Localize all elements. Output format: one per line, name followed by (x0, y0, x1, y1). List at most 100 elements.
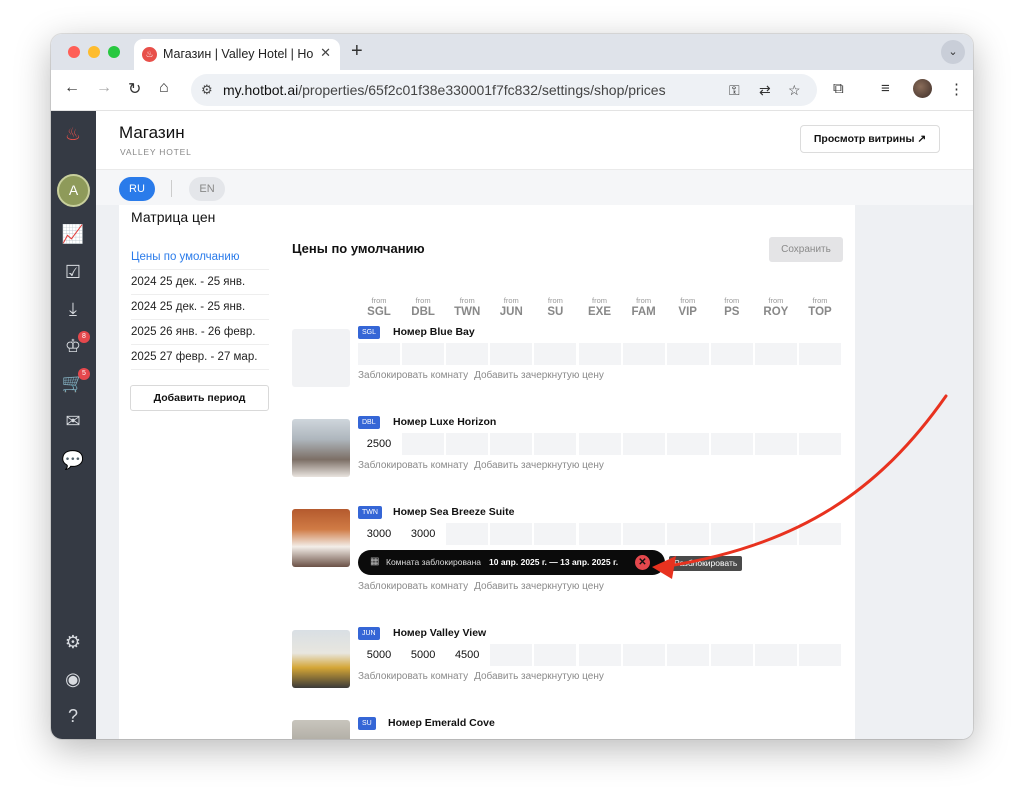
block-room-link[interactable]: Заблокировать комнату (358, 460, 468, 471)
close-window-button[interactable] (68, 46, 80, 58)
price-input[interactable] (622, 523, 665, 545)
hotbot-logo-icon[interactable]: ♨ (60, 121, 86, 147)
price-input[interactable] (402, 433, 445, 455)
extensions-icon[interactable]: ⧉ (833, 80, 844, 97)
new-tab-button[interactable]: + (351, 40, 363, 63)
home-icon[interactable]: ⌂ (159, 79, 169, 97)
room-code-badge: DBL (358, 416, 380, 429)
period-item[interactable]: 2024 25 дек. - 25 янв. (131, 270, 269, 295)
site-settings-icon[interactable]: ⚙ (201, 82, 213, 98)
chat-icon[interactable]: 💬 (60, 447, 86, 473)
price-input[interactable] (710, 523, 753, 545)
price-input[interactable] (799, 523, 841, 545)
period-item[interactable]: Цены по умолчанию (131, 245, 269, 270)
price-input[interactable] (754, 644, 797, 666)
block-room-link[interactable]: Заблокировать комнату (358, 671, 468, 682)
room-photo (292, 509, 350, 567)
price-input[interactable] (799, 343, 841, 365)
price-input[interactable] (622, 343, 665, 365)
property-avatar[interactable]: A (57, 174, 90, 207)
view-storefront-button[interactable]: Просмотр витрины ↗ (800, 125, 940, 153)
price-input[interactable] (490, 343, 533, 365)
inbox-icon[interactable]: ⤓ (60, 296, 86, 322)
profile-avatar[interactable] (913, 79, 932, 98)
price-input[interactable] (754, 343, 797, 365)
url-text[interactable]: my.hotbot.ai/properties/65f2c01f38e33000… (223, 82, 666, 98)
price-input[interactable] (534, 523, 577, 545)
price-input[interactable]: 4500 (446, 644, 489, 666)
price-input[interactable] (799, 433, 841, 455)
blocked-dates: 10 апр. 2025 г. — 13 апр. 2025 г. (489, 557, 619, 567)
help-icon[interactable]: ? (60, 703, 86, 729)
add-strikethrough-price-link[interactable]: Добавить зачеркнутую цену (474, 671, 604, 682)
unblock-close-icon[interactable]: ✕ (635, 555, 650, 570)
price-input[interactable] (578, 644, 621, 666)
settings-gear-icon[interactable]: ⚙ (60, 629, 86, 655)
price-input[interactable] (578, 343, 621, 365)
block-room-link[interactable]: Заблокировать комнату (358, 370, 468, 381)
price-input[interactable] (622, 644, 665, 666)
period-item[interactable]: 2025 26 янв. - 26 февр. (131, 320, 269, 345)
price-input[interactable]: 3000 (358, 523, 400, 545)
price-input[interactable] (358, 343, 400, 365)
password-key-icon[interactable]: ⚿ (729, 82, 740, 99)
lang-ru-tab[interactable]: RU (119, 177, 155, 201)
tasks-check-icon[interactable]: ☑ (60, 259, 86, 285)
price-input[interactable]: 2500 (358, 433, 400, 455)
period-item[interactable]: 2024 25 дек. - 25 янв. (131, 295, 269, 320)
price-input[interactable] (534, 433, 577, 455)
user-profile-icon[interactable]: ◉ (60, 666, 86, 692)
price-input[interactable] (754, 433, 797, 455)
price-input[interactable] (578, 523, 621, 545)
block-room-link[interactable]: Заблокировать комнату (358, 581, 468, 592)
price-input[interactable] (799, 644, 841, 666)
add-strikethrough-price-link[interactable]: Добавить зачеркнутую цену (474, 581, 604, 592)
reload-icon[interactable]: ↻ (128, 79, 141, 99)
save-button[interactable]: Сохранить (769, 237, 843, 262)
tab-search-button[interactable]: ⌄ (941, 40, 965, 64)
add-strikethrough-price-link[interactable]: Добавить зачеркнутую цену (474, 460, 604, 471)
price-input[interactable] (666, 644, 709, 666)
price-input[interactable] (446, 343, 489, 365)
language-switcher: RU EN (96, 169, 973, 205)
price-input[interactable] (710, 644, 753, 666)
price-input[interactable] (666, 343, 709, 365)
price-input[interactable] (446, 523, 489, 545)
add-strikethrough-price-link[interactable]: Добавить зачеркнутую цену (474, 370, 604, 381)
price-input[interactable]: 3000 (402, 523, 445, 545)
price-input[interactable] (666, 523, 709, 545)
price-input[interactable] (578, 433, 621, 455)
price-input[interactable] (490, 644, 533, 666)
analytics-icon[interactable]: 📈 (60, 221, 86, 247)
price-input[interactable] (754, 523, 797, 545)
browser-menu-icon[interactable]: ⋮ (949, 80, 964, 98)
price-input[interactable] (710, 433, 753, 455)
reviews-badge: 8 (78, 331, 90, 343)
price-input[interactable] (490, 433, 533, 455)
price-input[interactable] (666, 433, 709, 455)
media-controls-icon[interactable]: ≡ (881, 80, 890, 97)
maximize-window-button[interactable] (108, 46, 120, 58)
lang-en-tab[interactable]: EN (189, 177, 225, 201)
back-arrow-icon[interactable]: ← (64, 79, 80, 97)
translate-icon[interactable]: ⇄ (759, 82, 771, 99)
address-bar[interactable]: ⚙ my.hotbot.ai/properties/65f2c01f38e330… (191, 74, 817, 106)
tab-close-icon[interactable]: ✕ (320, 45, 331, 61)
price-input[interactable] (490, 523, 533, 545)
price-input[interactable] (402, 343, 445, 365)
price-input[interactable]: 5000 (358, 644, 400, 666)
add-period-button[interactable]: Добавить период (130, 385, 269, 411)
price-input[interactable] (710, 343, 753, 365)
price-input[interactable] (446, 433, 489, 455)
bookmark-star-icon[interactable]: ☆ (788, 82, 801, 99)
price-input[interactable] (622, 433, 665, 455)
forward-arrow-icon[interactable]: → (96, 79, 112, 97)
price-input[interactable]: 5000 (402, 644, 445, 666)
browser-tab-active[interactable]: ♨ Магазин | Valley Hotel | Hotbot ✕ (134, 39, 340, 70)
price-input[interactable] (534, 343, 577, 365)
period-item[interactable]: 2025 27 февр. - 27 мар. (131, 345, 269, 370)
room-row: SGL Номер Blue Bay Заблокировать комнату До… (292, 326, 852, 416)
mailing-icon[interactable]: ✉ (60, 408, 86, 434)
price-input[interactable] (534, 644, 577, 666)
minimize-window-button[interactable] (88, 46, 100, 58)
